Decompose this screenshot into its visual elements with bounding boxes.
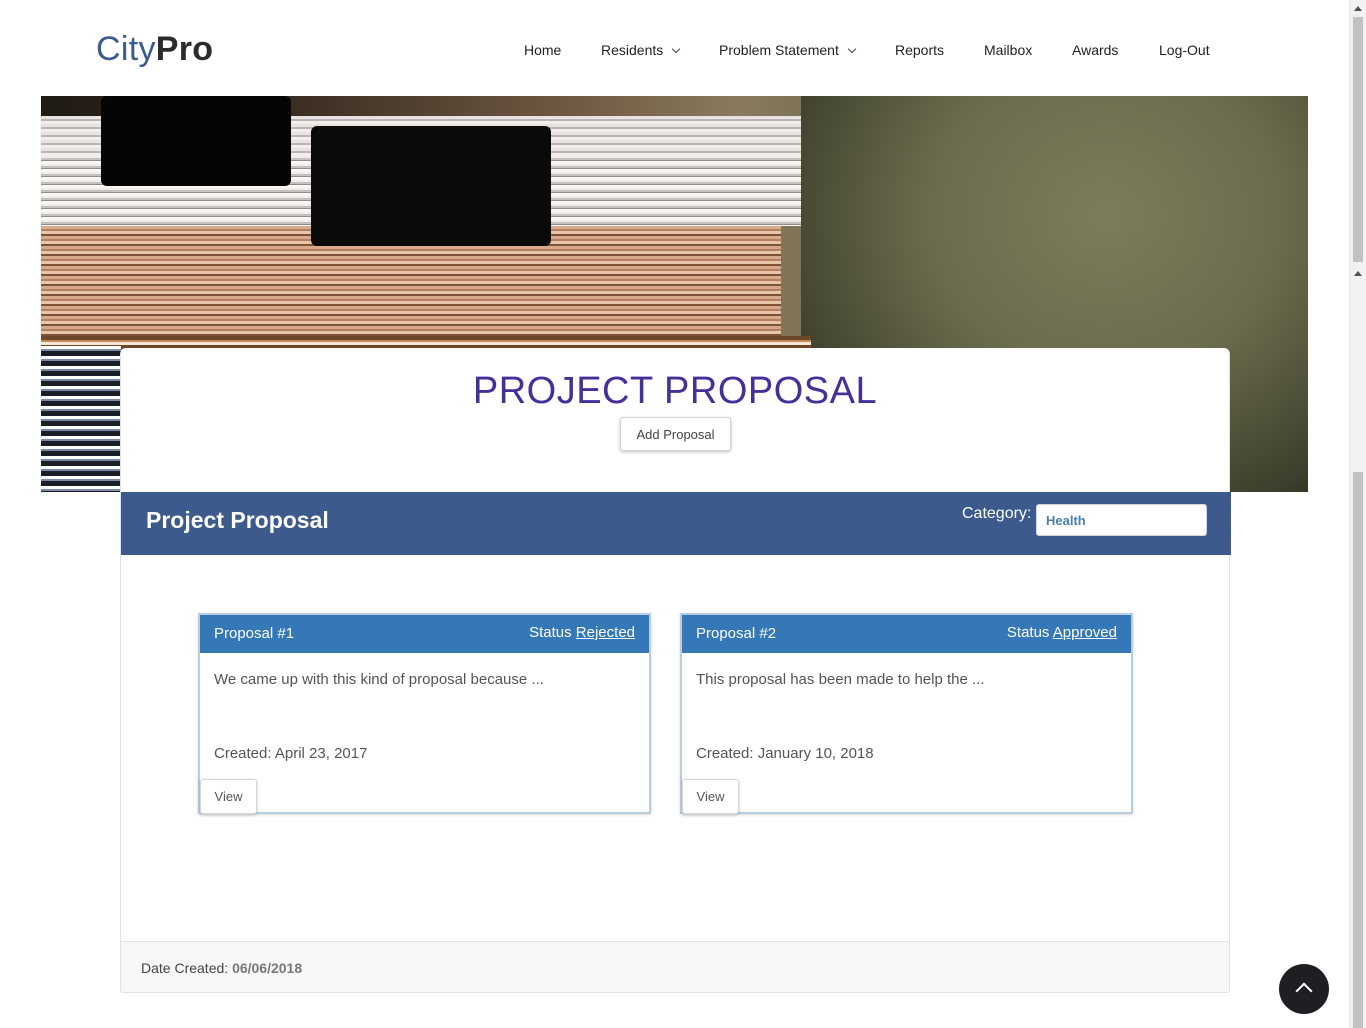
hero-lower-papers <box>41 346 121 492</box>
scroll-thumb[interactable] <box>1353 472 1363 1028</box>
page-scrollbar[interactable] <box>1349 0 1366 1028</box>
proposal-description: We came up with this kind of proposal be… <box>214 671 544 688</box>
page-title: PROJECT PROPOSAL <box>472 370 878 412</box>
scroll-up-arrow-icon[interactable] <box>1350 0 1366 17</box>
date-created-label: Date Created: <box>141 960 229 976</box>
nav-reports[interactable]: Reports <box>895 42 944 58</box>
status-label: Status <box>1006 624 1050 641</box>
proposal-name: Proposal #1 <box>214 625 295 642</box>
scroll-thumb[interactable] <box>1353 17 1363 262</box>
nav-mailbox[interactable]: Mailbox <box>984 42 1032 58</box>
proposal-description: This proposal has been made to help the … <box>696 671 985 688</box>
status-link[interactable]: Rejected <box>576 624 635 641</box>
proposal-status: Status Rejected <box>529 624 635 641</box>
brand-logo[interactable]: CityPro <box>96 30 213 69</box>
panel-title: Project Proposal <box>146 507 329 533</box>
brand-city: City <box>96 30 156 68</box>
nav-problem-statement-label: Problem Statement <box>719 42 839 58</box>
navbar: CityPro Home Residents Problem Statement… <box>0 0 1349 96</box>
status-label: Status <box>529 624 572 641</box>
date-created-value: 06/06/2018 <box>232 960 303 976</box>
proposal-status: Status Approved <box>1007 624 1117 641</box>
status-link[interactable]: Approved <box>1053 624 1117 641</box>
nav-problem-statement[interactable]: Problem Statement <box>719 42 857 58</box>
proposal-name: Proposal #2 <box>696 625 777 642</box>
chevron-up-icon <box>1295 982 1313 1000</box>
view-button[interactable]: View <box>682 779 739 814</box>
proposal-header: Proposal #2 Status Approved <box>682 615 1131 653</box>
proposal-created: Created: January 10, 2018 <box>696 745 874 762</box>
add-proposal-button[interactable]: Add Proposal <box>620 417 731 451</box>
back-to-top-button[interactable] <box>1279 964 1329 1014</box>
proposal-header: Proposal #1 Status Rejected <box>200 615 649 653</box>
nav-home[interactable]: Home <box>524 42 561 58</box>
panel-footer: Date Created: 06/06/2018 <box>121 941 1229 992</box>
proposal-tile: Proposal #2 Status Approved This proposa… <box>680 613 1133 814</box>
proposal-card: PROJECT PROPOSAL Add Proposal Project Pr… <box>120 348 1231 993</box>
proposal-created: Created: April 23, 2017 <box>214 745 368 762</box>
date-created: Date Created: 06/06/2018 <box>141 960 302 976</box>
chevron-down-icon <box>847 44 857 54</box>
hero-binder-clip <box>311 126 551 246</box>
nav-residents-label: Residents <box>601 42 664 58</box>
hero-binder-clip <box>101 96 291 186</box>
category-input[interactable] <box>1036 504 1207 536</box>
nav-awards[interactable]: Awards <box>1072 42 1118 58</box>
chevron-down-icon <box>672 44 681 54</box>
proposal-tile: Proposal #1 Status Rejected We came up w… <box>198 613 651 814</box>
brand-pro: Pro <box>155 30 214 68</box>
category-label: Category: <box>962 505 1032 522</box>
panel-header: Project Proposal Category: <box>121 492 1231 555</box>
view-button[interactable]: View <box>200 779 257 814</box>
nav-residents[interactable]: Residents <box>601 42 681 58</box>
nav-logout[interactable]: Log-Out <box>1159 42 1210 58</box>
scroll-up-arrow-icon[interactable] <box>1350 268 1366 280</box>
